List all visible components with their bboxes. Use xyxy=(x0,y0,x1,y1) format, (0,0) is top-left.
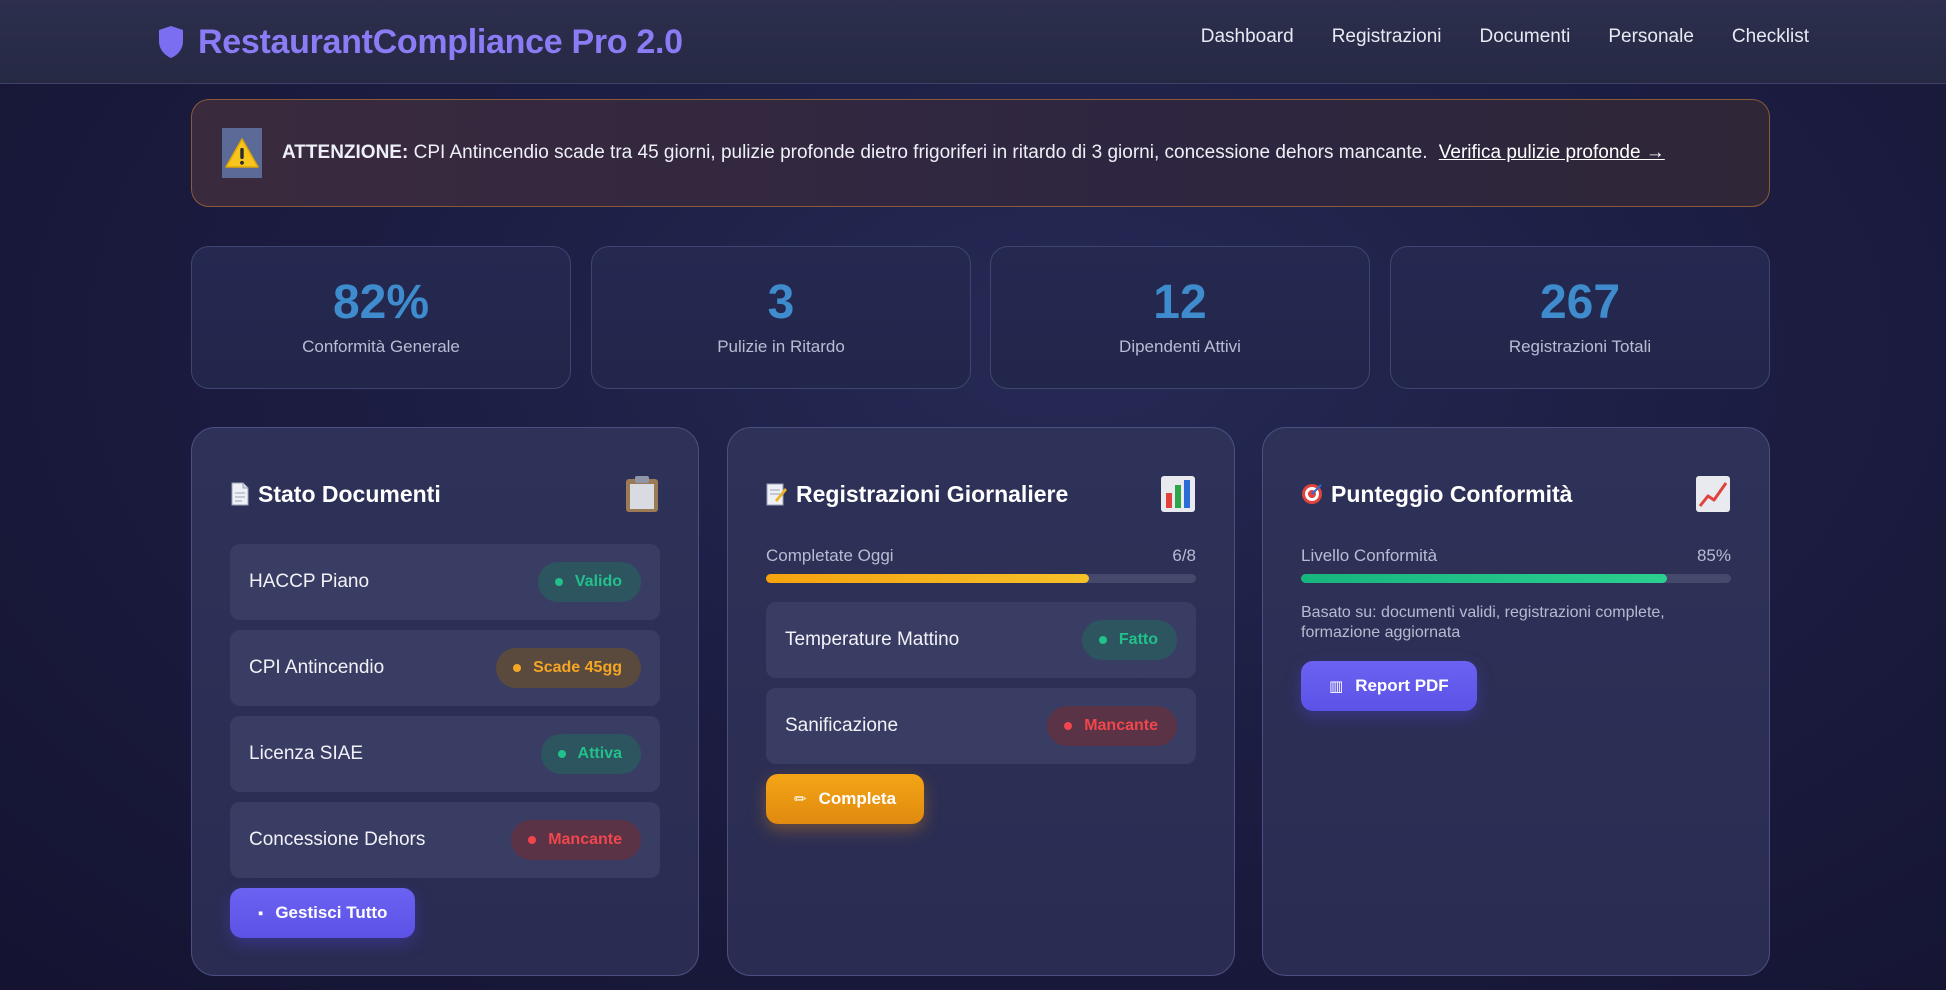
document-row-cpi[interactable]: CPI Antincendio Scade 45gg xyxy=(230,630,660,706)
document-name: Concessione Dehors xyxy=(249,829,426,850)
top-header: RestaurantCompliance Pro 2.0 Dashboard R… xyxy=(0,0,1946,84)
record-row-sanificazione[interactable]: Sanificazione Mancante xyxy=(766,688,1196,764)
status-badge: Scade 45gg xyxy=(496,648,641,688)
warning-alert: ATTENZIONE: CPI Antincendio scade tra 45… xyxy=(191,99,1770,207)
status-dot xyxy=(528,836,537,844)
progress-value: 85% xyxy=(1696,546,1731,565)
daily-records-panel: Registrazioni Giornaliere Completate Ogg… xyxy=(727,427,1235,976)
brand[interactable]: RestaurantCompliance Pro 2.0 xyxy=(158,20,683,64)
document-name: Licenza SIAE xyxy=(249,743,364,764)
main-nav: Dashboard Registrazioni Documenti Person… xyxy=(1163,26,1809,48)
nav-registrazioni[interactable]: Registrazioni xyxy=(1332,26,1442,48)
status-dot xyxy=(513,664,522,672)
chart-icon: ▥ xyxy=(1329,678,1344,695)
stat-card-conformita: 82% Conformità Generale xyxy=(191,246,571,389)
status-dot xyxy=(1064,722,1073,730)
score-note: Basato su: documenti validi, registrazio… xyxy=(1301,604,1665,641)
panel-header: Punteggio Conformità xyxy=(1301,472,1731,516)
record-name: Temperature Mattino xyxy=(785,629,960,650)
progress-label: Completate Oggi xyxy=(766,546,894,565)
compliance-progress-bar xyxy=(1301,574,1731,583)
document-name: CPI Antincendio xyxy=(249,657,385,678)
progress-header: Livello Conformità 85% xyxy=(1301,546,1731,566)
stat-label: Conformità Generale xyxy=(302,337,460,356)
report-pdf-button[interactable]: ▥ Report PDF xyxy=(1301,661,1477,711)
memo-icon xyxy=(766,483,787,506)
status-text: Valido xyxy=(574,573,622,590)
status-badge: Fatto xyxy=(1081,620,1177,660)
document-row-haccp[interactable]: HACCP Piano Valido xyxy=(230,544,660,620)
warning-icon xyxy=(222,128,262,178)
progress-value: 6/8 xyxy=(1172,546,1196,565)
document-row-dehors[interactable]: Concessione Dehors Mancante xyxy=(230,802,660,878)
stat-value: 82% xyxy=(332,276,430,329)
stat-label: Pulizie in Ritardo xyxy=(717,337,845,356)
pencil-icon: ✏ xyxy=(794,791,807,808)
trend-up-icon xyxy=(1696,476,1730,512)
panel-title: Stato Documenti xyxy=(258,480,441,507)
progress-header: Completate Oggi 6/8 xyxy=(766,546,1196,566)
manage-all-button[interactable]: ▪ Gestisci Tutto xyxy=(230,888,416,938)
document-icon xyxy=(231,482,249,506)
stat-value: 267 xyxy=(1539,276,1621,329)
nav-dashboard[interactable]: Dashboard xyxy=(1201,26,1294,48)
clipboard-icon xyxy=(626,476,658,512)
documents-panel: Stato Documenti HACCP Piano Valido CPI A… xyxy=(191,427,699,976)
status-dot xyxy=(557,750,566,758)
stat-label: Registrazioni Totali xyxy=(1508,337,1652,356)
alert-strong: ATTENZIONE: xyxy=(282,142,409,163)
stat-card-pulizie: 3 Pulizie in Ritardo xyxy=(591,246,971,389)
status-text: Mancante xyxy=(1084,717,1158,734)
daily-progress-bar xyxy=(766,574,1196,583)
progress-label: Livello Conformità xyxy=(1301,546,1438,565)
status-dot xyxy=(1098,636,1107,644)
alert-message: ATTENZIONE: CPI Antincendio scade tra 45… xyxy=(282,142,1665,164)
document-row-siae[interactable]: Licenza SIAE Attiva xyxy=(230,716,660,792)
status-text: Mancante xyxy=(548,831,622,848)
button-label: Completa xyxy=(818,789,897,808)
nav-checklist[interactable]: Checklist xyxy=(1732,26,1809,48)
button-label: Report PDF xyxy=(1355,676,1449,695)
daily-progress-fill xyxy=(766,574,1089,583)
status-badge: Mancante xyxy=(1047,706,1177,746)
compliance-progress-fill xyxy=(1301,574,1667,583)
shield-icon xyxy=(159,26,183,58)
status-badge: Mancante xyxy=(511,820,641,860)
nav-documenti[interactable]: Documenti xyxy=(1480,26,1571,48)
panel-header: Stato Documenti xyxy=(230,472,660,516)
bar-chart-icon xyxy=(1161,476,1195,512)
stat-card-registrazioni: 267 Registrazioni Totali xyxy=(1390,246,1770,389)
stat-label: Dipendenti Attivi xyxy=(1119,337,1241,356)
stat-value: 12 xyxy=(1153,276,1207,329)
verify-cleaning-link[interactable]: Verifica pulizie profonde → xyxy=(1439,142,1665,163)
record-row-temperature[interactable]: Temperature Mattino Fatto xyxy=(766,602,1196,678)
stat-card-dipendenti: 12 Dipendenti Attivi xyxy=(990,246,1370,389)
status-badge: Attiva xyxy=(540,734,641,774)
status-text: Scade 45gg xyxy=(533,659,622,676)
nav-personale[interactable]: Personale xyxy=(1608,26,1694,48)
status-badge: Valido xyxy=(537,562,641,602)
status-dot xyxy=(554,578,563,586)
compliance-score-panel: Punteggio Conformità Livello Conformità … xyxy=(1262,427,1770,976)
record-name: Sanificazione xyxy=(785,715,899,736)
app-title: RestaurantCompliance Pro 2.0 xyxy=(198,22,683,61)
document-name: HACCP Piano xyxy=(249,571,370,592)
target-icon xyxy=(1302,484,1322,504)
status-text: Attiva xyxy=(577,745,622,762)
panel-title: Punteggio Conformità xyxy=(1331,480,1573,507)
alert-body: CPI Antincendio scade tra 45 giorni, pul… xyxy=(413,142,1428,163)
panel-header: Registrazioni Giornaliere xyxy=(766,472,1196,516)
folder-icon: ▪ xyxy=(258,904,264,922)
complete-button[interactable]: ✏ Completa xyxy=(766,774,925,824)
button-label: Gestisci Tutto xyxy=(275,903,388,922)
status-text: Fatto xyxy=(1118,631,1158,648)
stat-value: 3 xyxy=(767,276,795,329)
panel-title: Registrazioni Giornaliere xyxy=(796,480,1069,507)
